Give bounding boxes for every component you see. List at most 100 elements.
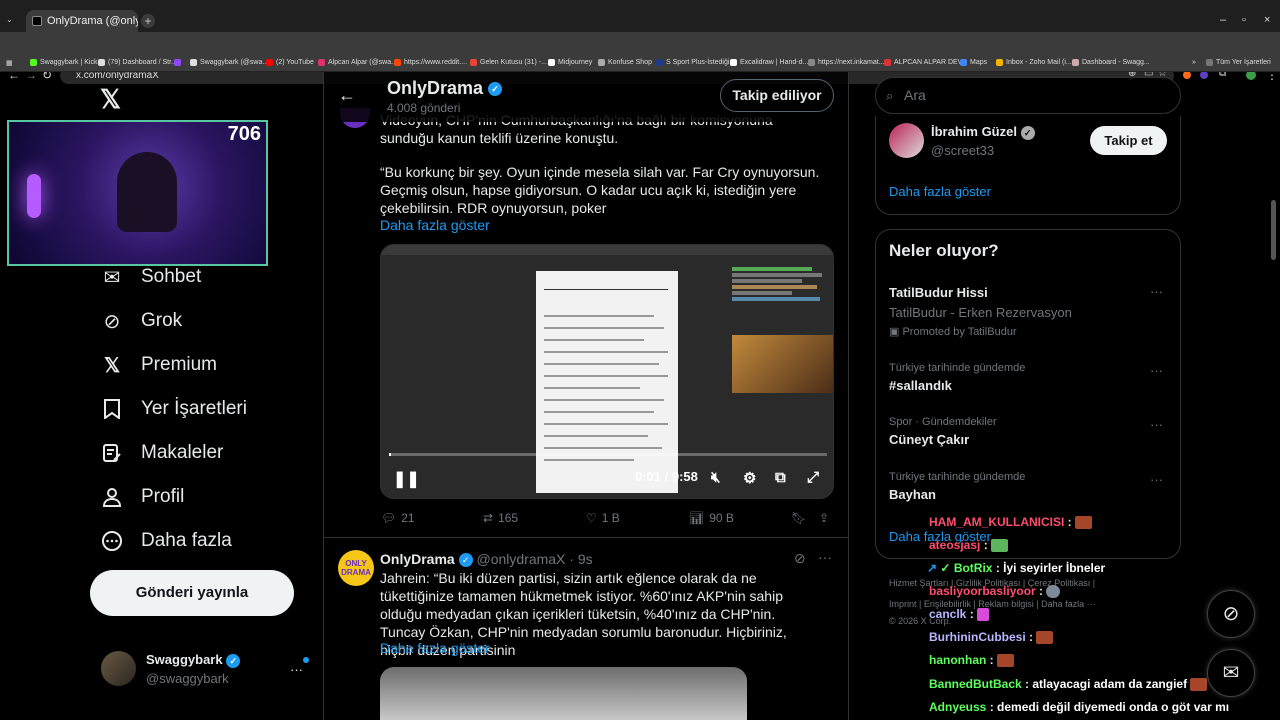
- chat-message: BurhininCubbesi :: [929, 630, 1054, 645]
- nav-item-bookmarks[interactable]: Yer İşaretleri: [101, 398, 247, 420]
- bookmark-item[interactable]: Dashboard - Swagg...: [1072, 59, 1150, 66]
- bookmark-item[interactable]: Swaggybark (@swa...: [190, 59, 268, 66]
- suggest-avatar[interactable]: [889, 123, 924, 158]
- more-bookmarks-icon[interactable]: »: [1192, 59, 1196, 66]
- footer-link[interactable]: Imprint: [889, 599, 917, 609]
- tweet-time[interactable]: · 9s: [569, 551, 592, 567]
- verified-badge-icon: ✓: [226, 653, 241, 668]
- trend-title[interactable]: Cüneyt Çakır: [889, 432, 969, 447]
- post-button[interactable]: Gönderi yayınla: [90, 570, 294, 616]
- chat-message: HAM_AM_KULLANICISI :: [929, 515, 1093, 530]
- bookmark-item[interactable]: Maps: [960, 59, 987, 66]
- maximize-icon[interactable]: ▫: [1242, 14, 1246, 26]
- all-bookmarks[interactable]: Tüm Yer İşaretleri: [1206, 59, 1271, 66]
- trend-more-icon[interactable]: ···: [1150, 472, 1163, 487]
- account-menu-icon[interactable]: ···: [290, 662, 303, 677]
- emote-icon: [1046, 585, 1061, 599]
- minimize-icon[interactable]: –: [1220, 14, 1226, 26]
- views-action[interactable]: 📊︎ 90 B: [689, 511, 734, 525]
- bookmark-item[interactable]: Alpcan Alpar (@swa...: [318, 59, 397, 66]
- following-button[interactable]: Takip ediliyor: [720, 79, 834, 112]
- bookmark-item[interactable]: (2) YouTube: [266, 59, 314, 66]
- new-tab-button[interactable]: +: [141, 14, 155, 28]
- twitch-icon: [174, 59, 181, 66]
- repost-action[interactable]: ⇄ 165: [483, 511, 518, 525]
- bookmark-item[interactable]: Gelen Kutusu (31) -...: [470, 59, 547, 66]
- tab-list-chevron-icon[interactable]: ⌄: [6, 15, 13, 24]
- bookmark-item[interactable]: ALPCAN ALPAR DEV...: [884, 59, 968, 66]
- bookmark-item[interactable]: Excalidraw | Hand-d...: [730, 59, 808, 66]
- bookmark-item[interactable]: Midjourney: [548, 59, 592, 66]
- bookmark-item[interactable]: https://next.inkamat...: [808, 59, 885, 66]
- instagram-icon: [318, 59, 325, 66]
- page-scrollbar[interactable]: [1271, 200, 1276, 260]
- emote-icon: [1190, 678, 1208, 692]
- mute-icon[interactable]: 🔇︎: [711, 469, 720, 486]
- grok-icon[interactable]: ⊘: [794, 550, 806, 567]
- trend-title[interactable]: Bayhan: [889, 487, 936, 502]
- notification-dot: [303, 657, 309, 663]
- show-more-link[interactable]: Daha fazla göster: [380, 639, 820, 657]
- reply-action[interactable]: 💬︎ 21: [381, 511, 415, 525]
- account-avatar[interactable]: [101, 651, 136, 686]
- emote-icon: [1036, 631, 1054, 645]
- nav-item-articles[interactable]: Makaleler: [101, 442, 223, 464]
- apps-grid-icon[interactable]: ▦: [6, 59, 13, 67]
- suggest-name[interactable]: İbrahim Güzel ✓: [931, 124, 1035, 140]
- footer-links: Imprint | Erişilebilirlik | Reklam bilgi…: [889, 599, 1096, 609]
- mail-icon: ✉: [103, 266, 121, 289]
- nav-item-more[interactable]: Daha fazla: [101, 530, 232, 552]
- bot-badge-icon: ↗: [927, 561, 938, 575]
- trend-title[interactable]: #sallandık: [889, 378, 952, 393]
- bookmark-item[interactable]: (79) Dashboard / Str...: [98, 59, 177, 66]
- grok-fab-icon[interactable]: ⊘: [1207, 590, 1255, 638]
- bookmark-item[interactable]: https://www.reddit....: [394, 59, 467, 66]
- header-name: OnlyDrama ✓: [387, 78, 503, 99]
- tweet-avatar[interactable]: ONLY DRAMA: [338, 550, 374, 586]
- trend-title[interactable]: TatilBudur Hissi: [889, 285, 988, 300]
- show-more-link[interactable]: Daha fazla göster: [380, 216, 820, 234]
- extension-icon[interactable]: [1200, 71, 1208, 79]
- bookmark-item[interactable]: [174, 59, 181, 66]
- nav-item-profile[interactable]: Profil: [101, 486, 184, 508]
- share-icon[interactable]: ⇪: [819, 511, 829, 525]
- pause-icon[interactable]: ❚❚: [393, 469, 420, 489]
- video-webcam: [732, 335, 833, 393]
- settings-gear-icon[interactable]: ⚙: [743, 469, 756, 487]
- bookmark-item[interactable]: S Sport Plus-İstediği...: [656, 59, 735, 66]
- trend-more-icon[interactable]: ···: [1150, 284, 1163, 299]
- nav-item-chat[interactable]: ✉ Sohbet: [101, 266, 202, 289]
- footer-link[interactable]: Daha fazla ···: [1041, 599, 1096, 609]
- tweet-more-icon[interactable]: ···: [818, 549, 832, 565]
- bookmark-item[interactable]: Swaggybark | Kick: [30, 59, 97, 66]
- nav-item-grok[interactable]: ⊘ Grok: [101, 310, 183, 333]
- video-progress-bar[interactable]: [389, 453, 827, 456]
- promoted-icon: ▣: [889, 326, 900, 338]
- tweet-header: OnlyDrama ✓ @onlydramaX · 9s: [380, 551, 593, 568]
- bookmark-tweet-icon[interactable]: 🔖︎: [791, 511, 806, 525]
- nav-item-premium[interactable]: 𝕏 Premium: [101, 354, 217, 377]
- account-name[interactable]: Swaggybark ✓: [146, 652, 241, 668]
- bookmark-item[interactable]: Inbox - Zoho Mail (i...: [996, 59, 1072, 66]
- tweet-video-player[interactable]: ❚❚ 0:01 / 9:58 🔇︎ ⚙ ⧉ ⤢: [380, 244, 834, 499]
- extension-icon[interactable]: [1183, 71, 1191, 79]
- picture-in-picture-icon[interactable]: ⧉: [775, 469, 786, 486]
- tweet-author-handle[interactable]: @onlydramaX: [476, 551, 565, 567]
- browser-tab[interactable]: OnlyDrama (@onlydramaX) / X ×: [26, 10, 138, 32]
- promoted-label: ▣ Promoted by TatilBudur: [889, 326, 1017, 338]
- tweet-separator: [324, 537, 848, 538]
- like-action[interactable]: ♡ 1 B: [586, 511, 620, 525]
- messages-fab-icon[interactable]: ✉: [1207, 649, 1255, 697]
- back-arrow-icon[interactable]: ←: [338, 85, 356, 106]
- follow-button[interactable]: Takip et: [1090, 126, 1167, 155]
- tweet-author-name[interactable]: OnlyDrama: [380, 551, 455, 567]
- x-logo-icon[interactable]: 𝕏: [100, 84, 121, 115]
- trend-more-icon[interactable]: ···: [1150, 363, 1163, 378]
- trend-more-icon[interactable]: ···: [1150, 417, 1163, 432]
- close-window-icon[interactable]: ×: [1264, 14, 1270, 26]
- tweet-media-thumbnail[interactable]: [380, 667, 747, 720]
- fullscreen-icon[interactable]: ⤢: [807, 469, 819, 486]
- show-more-link[interactable]: Daha fazla göster: [889, 184, 991, 199]
- search-input[interactable]: ⌕ Ara: [875, 77, 1181, 114]
- bookmark-item[interactable]: Konfuse Shop: [598, 59, 652, 66]
